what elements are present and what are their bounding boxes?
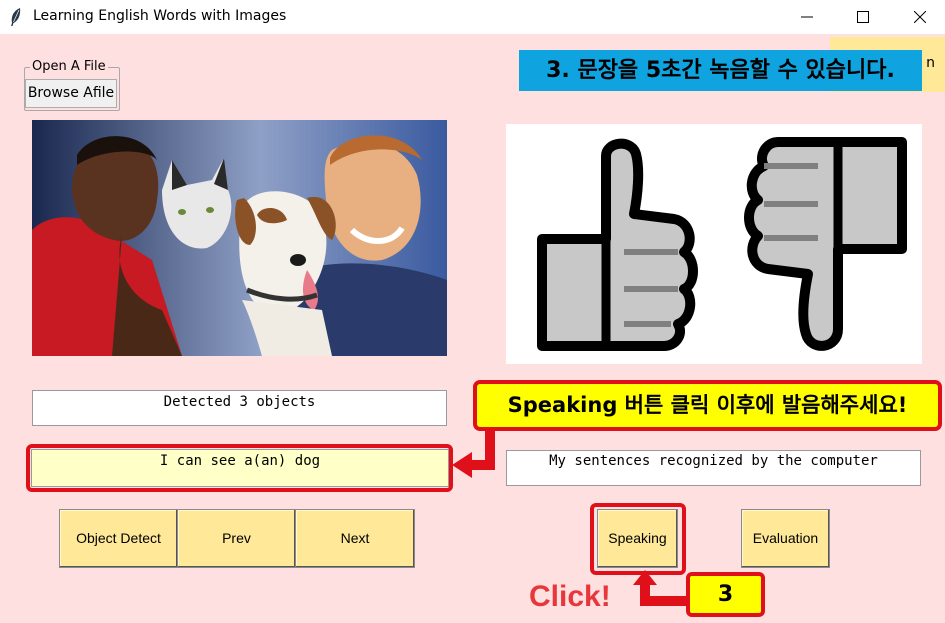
- click-hint-label: Click!: [529, 580, 611, 613]
- callout-arrow: [452, 428, 495, 478]
- step-arrow: [633, 570, 686, 606]
- speaking-instruction-callout: Speaking 버튼 클릭 이후에 발음해주세요!: [473, 380, 942, 431]
- step-number-badge: 3: [686, 572, 765, 617]
- annotation-arrows: [452, 428, 686, 606]
